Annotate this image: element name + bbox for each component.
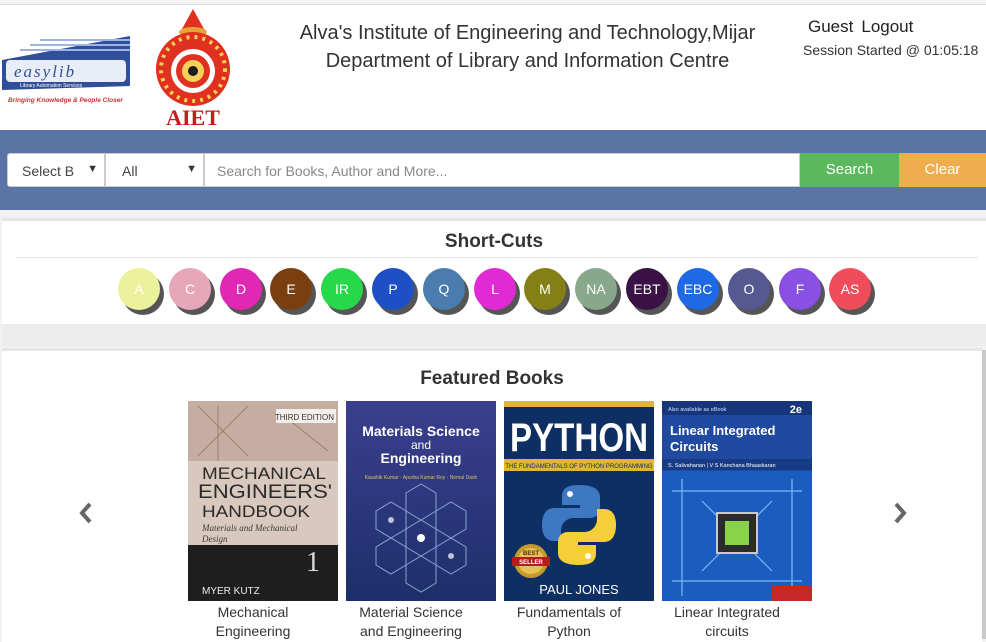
- aiet-logo-text: AIET: [166, 105, 220, 129]
- cover-subtitle: THE FUNDAMENTALS OF PYTHON PROGRAMMING: [505, 464, 653, 470]
- cover-title-1: Linear Integrated: [670, 423, 776, 438]
- cover-title-1: MECHANICAL: [202, 464, 326, 483]
- search-button[interactable]: Search: [800, 153, 899, 187]
- chevron-down-icon: ▼: [87, 163, 98, 175]
- cover-title-2: ENGINEERS': [198, 482, 332, 503]
- featured-books-panel: Featured Books THIRD EDITION MECHANICAL …: [2, 348, 982, 642]
- institute-name: Alva's Institute of Engineering and Tech…: [299, 22, 756, 44]
- shortcut-a[interactable]: A: [118, 268, 160, 310]
- book-cover-linear-ic[interactable]: Also available as eBook 2e Linear Integr…: [662, 401, 812, 601]
- cover-badge-2: SELLER: [519, 560, 543, 566]
- book-cover-image: Materials Science and Engineering Kaushi…: [346, 401, 496, 601]
- carousel-prev-button[interactable]: [78, 499, 94, 533]
- section-spacer: [2, 324, 986, 346]
- shortcut-o[interactable]: O: [728, 268, 770, 310]
- book-caption-line: and Engineering: [360, 623, 462, 639]
- institute-title: Alva's Institute of Engineering and Tech…: [280, 19, 775, 75]
- book-caption-line: Mechanical: [217, 604, 289, 620]
- book-cover-image: THIRD EDITION MECHANICAL ENGINEERS' HAND…: [188, 401, 338, 601]
- shortcuts-panel: Short-Cuts A C D E IR P Q L M NA EBT EBC…: [2, 218, 986, 327]
- easylib-logo-sub: Library Automation Services: [20, 83, 83, 89]
- cover-authors: S. Salivahanan | V S Kanchana Bhaaskaran: [668, 463, 776, 469]
- cover-title-2: Circuits: [670, 439, 718, 454]
- book-caption-line: circuits: [705, 623, 749, 639]
- search-input[interactable]: Search for Books, Author and More...: [204, 153, 800, 187]
- book-caption-materials[interactable]: Material Science and Engineering: [336, 603, 486, 641]
- cover-title-1: PYTHON: [510, 416, 648, 460]
- shortcut-d[interactable]: D: [220, 268, 262, 310]
- user-area: Guest Logout: [808, 17, 921, 37]
- search-type-value: Select B: [22, 163, 75, 179]
- search-scope-select[interactable]: All ▼: [105, 153, 204, 187]
- chevron-down-icon: ▼: [186, 163, 197, 175]
- shortcut-e[interactable]: E: [270, 268, 312, 310]
- shortcut-q[interactable]: Q: [423, 268, 465, 310]
- chevron-right-icon: [894, 502, 907, 524]
- shortcut-as[interactable]: AS: [829, 268, 871, 310]
- easylib-logo: easylib Library Automation Services Brin…: [2, 36, 130, 104]
- book-caption-line: Engineering: [215, 623, 291, 639]
- cover-edition: 2e: [790, 404, 802, 416]
- cover-title-3: Engineering: [381, 450, 462, 466]
- chevron-left-icon: [79, 502, 92, 524]
- cover-top-strip: Also available as eBook: [668, 407, 727, 413]
- easylib-logo-tagline: Bringing Knowledge & People Closer: [8, 97, 123, 104]
- book-cover-python[interactable]: PYTHON THE FUNDAMENTALS OF PYTHON PROGRA…: [504, 401, 654, 601]
- cover-edition: THIRD EDITION: [275, 413, 334, 422]
- logout-link[interactable]: Logout: [861, 17, 913, 36]
- book-caption-line: Fundamentals of: [516, 604, 622, 620]
- cover-authors: Kaushik Kumar · Apurba Kumar Roy · Nirma…: [365, 475, 478, 481]
- scrollbar[interactable]: [982, 350, 986, 639]
- shortcut-m[interactable]: M: [524, 268, 566, 310]
- book-caption-line: Python: [547, 623, 591, 639]
- shortcut-ir[interactable]: IR: [321, 268, 363, 310]
- search-type-select[interactable]: Select B ▼: [7, 153, 105, 187]
- shortcut-ebc[interactable]: EBC: [677, 268, 719, 310]
- book-caption-mechanical[interactable]: Mechanical Engineering: [178, 603, 328, 641]
- cover-author: MYER KUTZ: [202, 586, 260, 597]
- cover-title-1: Materials Science: [362, 423, 480, 439]
- easylib-logo-word: easylib: [14, 62, 76, 81]
- department-name: Department of Library and Information Ce…: [325, 50, 730, 72]
- shortcuts-title: Short-Cuts: [444, 231, 544, 252]
- divider: [16, 257, 978, 258]
- shortcut-f[interactable]: F: [779, 268, 821, 310]
- cover-author: PAUL JONES: [539, 582, 619, 597]
- session-info: Session Started @ 01:05:18: [803, 42, 979, 58]
- cover-subtitle-2: Design: [201, 534, 228, 544]
- shortcut-ebt[interactable]: EBT: [626, 268, 668, 310]
- shortcut-na[interactable]: NA: [575, 268, 617, 310]
- book-cover-image: Also available as eBook 2e Linear Integr…: [662, 401, 812, 601]
- clear-button[interactable]: Clear: [899, 153, 986, 187]
- cover-badge-1: BEST: [523, 551, 539, 557]
- aiet-logo: AIET: [156, 9, 230, 129]
- book-cover-mechanical[interactable]: THIRD EDITION MECHANICAL ENGINEERS' HAND…: [188, 401, 338, 601]
- book-caption-python[interactable]: Fundamentals of Python: [494, 603, 644, 641]
- book-caption-line: Linear Integrated: [674, 604, 780, 620]
- book-cover-image: PYTHON THE FUNDAMENTALS OF PYTHON PROGRA…: [504, 401, 654, 601]
- shortcut-p[interactable]: P: [372, 268, 414, 310]
- shortcut-c[interactable]: C: [169, 268, 211, 310]
- cover-title-3: HANDBOOK: [202, 502, 311, 521]
- user-name: Guest: [808, 17, 854, 36]
- book-cover-materials[interactable]: Materials Science and Engineering Kaushi…: [346, 401, 496, 601]
- shortcut-l[interactable]: L: [474, 268, 516, 310]
- cover-volume: 1: [306, 547, 320, 578]
- book-caption-linear-ic[interactable]: Linear Integrated circuits: [652, 603, 802, 641]
- search-bar: Select B ▼ All ▼ Search for Books, Autho…: [0, 130, 986, 210]
- site-header: easylib Library Automation Services Brin…: [0, 4, 986, 131]
- search-scope-value: All: [122, 163, 138, 179]
- carousel-next-button[interactable]: [892, 499, 908, 533]
- book-caption-line: Material Science: [359, 604, 463, 620]
- featured-title: Featured Books: [420, 368, 564, 389]
- cover-subtitle-1: Materials and Mechanical: [201, 523, 298, 533]
